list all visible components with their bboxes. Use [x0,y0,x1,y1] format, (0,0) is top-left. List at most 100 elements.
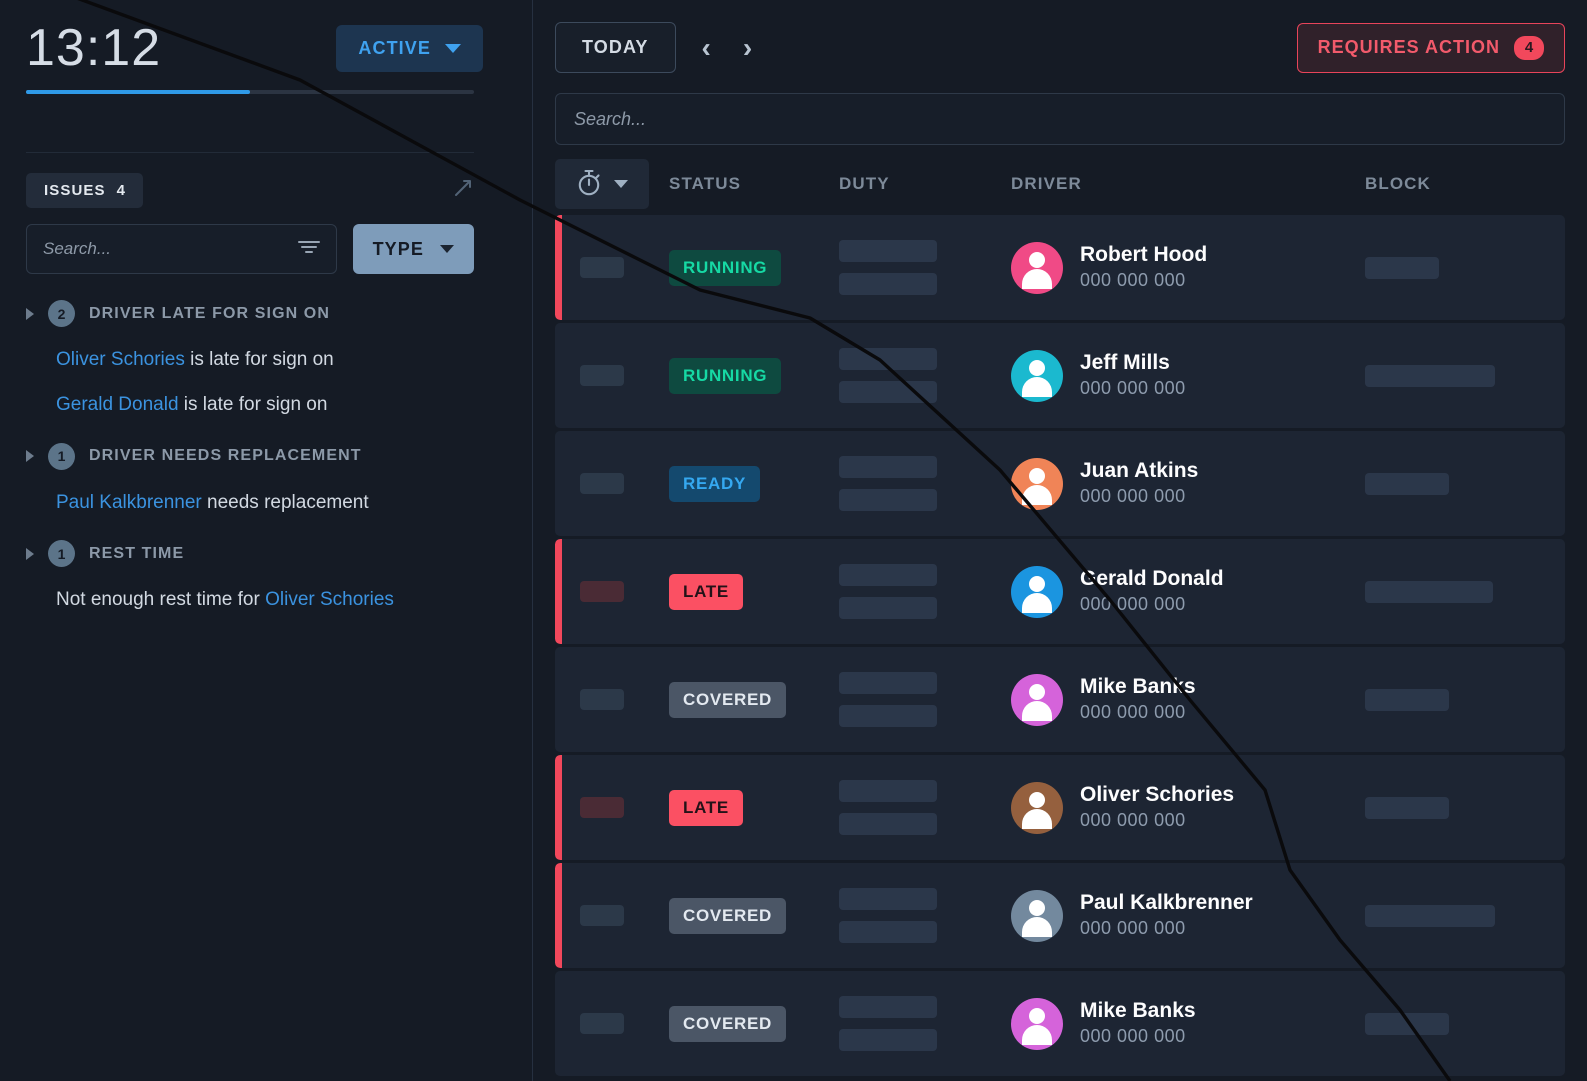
driver-name: Jeff Mills [1080,351,1170,375]
app-root: 13:12 ACTIVE ISSUES 4 Search... TYPE 2 D… [0,0,1587,1081]
duty-placeholder-bar [839,273,937,295]
block-cell [1365,256,1565,279]
expand-triangle-icon[interactable] [26,307,34,320]
shift-progress-bar [26,90,474,94]
type-filter-dropdown[interactable]: TYPE [352,224,474,274]
table-row[interactable]: COVERED Mike Banks 000 000 000 [555,971,1565,1076]
table-row[interactable]: READY Juan Atkins 000 000 000 [555,431,1565,536]
status-badge: RUNNING [669,357,782,394]
issue-item-text: is late for sign on [184,349,334,370]
expand-arrow-icon[interactable] [452,177,474,204]
today-button[interactable]: TODAY [555,22,676,73]
block-cell [1365,580,1565,603]
driver-cell[interactable]: Gerald Donald 000 000 000 [999,565,1365,618]
tab-issues[interactable]: ISSUES 4 [26,173,143,208]
row-select-cell[interactable] [555,797,649,818]
issue-group-header[interactable]: 2 DRIVER LATE FOR SIGN ON [26,300,507,327]
duty-placeholder-bar [839,705,937,727]
duties-search-box[interactable] [555,93,1565,145]
block-placeholder-bar [1365,364,1495,387]
table-row[interactable]: LATE Oliver Schories 000 000 000 [555,755,1565,860]
driver-cell[interactable]: Juan Atkins 000 000 000 [999,457,1365,510]
issue-item-text: needs replacement [201,491,369,513]
duty-placeholder-bar [839,813,937,835]
status-badge: LATE [669,573,743,610]
requires-action-count: 4 [1514,35,1544,60]
row-select-cell[interactable] [555,1013,649,1034]
block-placeholder-bar [1365,904,1495,927]
column-header-block[interactable]: BLOCK [1365,174,1565,194]
block-placeholder-bar [1365,688,1449,711]
avatar [1011,565,1063,618]
status-cell: COVERED [649,1005,839,1042]
issues-search-input[interactable] [43,239,298,259]
issue-item[interactable]: Not enough rest time for Oliver Schories [56,589,507,612]
chevron-right-icon[interactable]: › [737,33,758,62]
issue-group-title: DRIVER NEEDS REPLACEMENT [89,447,362,465]
issue-driver-link[interactable]: Oliver Schories [56,349,185,370]
issue-group: 1 DRIVER NEEDS REPLACEMENT Paul Kalkbrenne… [26,442,507,515]
driver-cell[interactable]: Mike Banks 000 000 000 [999,673,1365,726]
table-row[interactable]: LATE Gerald Donald 000 000 000 [555,539,1565,644]
driver-phone: 000 000 000 [1080,918,1186,939]
driver-name: Oliver Schories [1080,783,1235,807]
row-select-cell[interactable] [555,905,649,926]
driver-cell[interactable]: Mike Banks 000 000 000 [999,997,1365,1050]
avatar [1011,349,1063,402]
avatar-head-shape [1029,791,1045,808]
driver-cell[interactable]: Jeff Mills 000 000 000 [999,349,1365,402]
avatar-head-shape [1029,575,1045,592]
row-select-cell[interactable] [555,473,649,494]
block-placeholder-bar [1365,1012,1449,1035]
driver-cell[interactable]: Paul Kalkbrenner 000 000 000 [999,889,1365,942]
block-cell [1365,364,1565,387]
filter-icon[interactable] [297,239,320,260]
driver-info: Mike Banks 000 000 000 [1080,998,1196,1049]
status-badge: READY [669,465,761,502]
table-row[interactable]: COVERED Paul Kalkbrenner 000 000 000 [555,863,1565,968]
issue-group-header[interactable]: 1 REST TIME [26,540,507,568]
driver-info: Gerald Donald 000 000 000 [1080,566,1224,617]
issue-item[interactable]: Paul Kalkbrenner needs replacement [56,492,507,515]
issue-driver-link[interactable]: Gerald Donald [56,394,179,415]
issue-item[interactable]: Gerald Donald is late for sign on [56,394,507,417]
table-row[interactable]: COVERED Mike Banks 000 000 000 [555,647,1565,752]
block-cell [1365,472,1565,495]
shift-progress-fill [26,90,250,94]
block-cell [1365,904,1565,927]
row-indicator-chip [580,581,624,602]
row-select-cell[interactable] [555,365,649,386]
table-row[interactable]: RUNNING Robert Hood 000 000 000 [555,215,1565,320]
status-cell: RUNNING [649,249,839,286]
chevron-left-icon[interactable]: ‹ [696,33,717,62]
driver-cell[interactable]: Oliver Schories 000 000 000 [999,781,1365,834]
column-header-driver[interactable]: DRIVER [999,174,1365,194]
column-header-status[interactable]: STATUS [649,174,839,194]
issues-filter-row: TYPE [26,224,474,274]
row-select-cell[interactable] [555,581,649,602]
issue-driver-link[interactable]: Oliver Schories [265,589,394,610]
duty-placeholder-bar [839,564,937,586]
duty-cell [839,456,999,511]
issue-group-header[interactable]: 1 DRIVER NEEDS REPLACEMENT [26,442,507,470]
row-select-cell[interactable] [555,689,649,710]
driver-info: Jeff Mills 000 000 000 [1080,350,1186,401]
requires-action-button[interactable]: REQUIRES ACTION 4 [1296,22,1565,73]
issue-driver-link[interactable]: Paul Kalkbrenner [56,492,202,513]
avatar-head-shape [1029,899,1045,916]
row-select-cell[interactable] [555,257,649,278]
column-header-duty[interactable]: DUTY [839,174,999,194]
timer-sort-button[interactable] [555,159,649,209]
table-row[interactable]: RUNNING Jeff Mills 000 000 000 [555,323,1565,428]
row-indicator-chip [580,905,624,926]
driver-cell[interactable]: Robert Hood 000 000 000 [999,241,1365,294]
caret-down-icon [614,180,628,188]
status-filter-dropdown[interactable]: ACTIVE [336,24,483,72]
sidebar-divider-line [26,152,474,153]
expand-triangle-icon[interactable] [26,450,34,463]
issues-search-box[interactable] [26,224,337,274]
issue-item[interactable]: Oliver Schories is late for sign on [56,349,507,372]
duties-search-input[interactable] [574,108,1546,130]
expand-triangle-icon[interactable] [26,547,34,560]
block-placeholder-bar [1365,472,1449,495]
